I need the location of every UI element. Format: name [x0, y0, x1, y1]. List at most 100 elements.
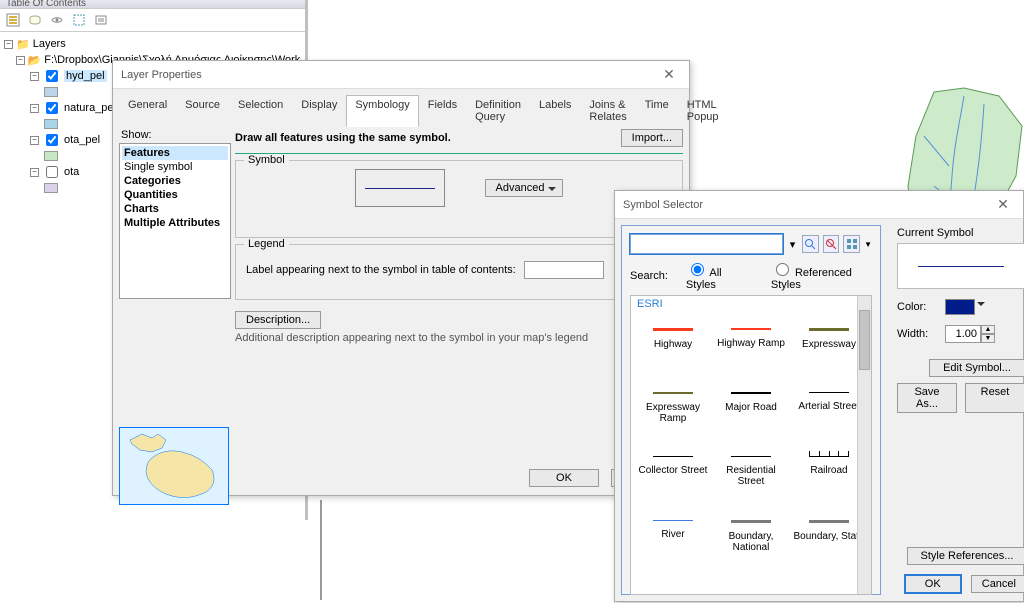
ok-button[interactable]: OK	[529, 469, 599, 487]
show-item-quantities[interactable]: Quantities	[122, 188, 228, 202]
pane-separator[interactable]	[320, 500, 322, 600]
folder-icon: 📂	[28, 54, 42, 67]
reset-button[interactable]: Reset	[965, 383, 1024, 413]
symbol-name: Highway Ramp	[717, 338, 785, 349]
scrollbar-thumb[interactable]	[859, 310, 870, 370]
tab-definition-query[interactable]: Definition Query	[466, 95, 530, 127]
show-label: Show:	[119, 127, 231, 143]
tab-selection[interactable]: Selection	[229, 95, 292, 127]
dialog-titlebar[interactable]: Symbol Selector ✕	[615, 191, 1023, 219]
dropdown-arrow-icon[interactable]: ▾	[787, 238, 798, 251]
legend-label-input[interactable]	[524, 261, 604, 279]
tab-fields[interactable]: Fields	[419, 95, 466, 127]
description-hint: Additional description appearing next to…	[235, 332, 673, 344]
symbology-thumbnail	[119, 427, 229, 505]
tab-joins-relates[interactable]: Joins & Relates	[580, 95, 635, 127]
ok-button[interactable]: OK	[905, 575, 961, 593]
edit-symbol-button[interactable]: Edit Symbol...	[929, 359, 1024, 377]
layer-visibility-checkbox[interactable]	[46, 102, 58, 114]
search-input[interactable]	[630, 234, 783, 254]
symbol-preview[interactable]	[355, 169, 445, 207]
current-symbol-preview	[897, 243, 1024, 289]
list-by-visibility-icon[interactable]	[48, 11, 66, 29]
gallery-item[interactable]: Major Road	[713, 378, 789, 440]
collapse-icon[interactable]: −	[30, 72, 39, 81]
symbol-line-preview	[809, 392, 849, 393]
options-icon[interactable]	[92, 11, 110, 29]
clear-search-icon[interactable]	[823, 235, 840, 253]
close-button[interactable]: ✕	[991, 195, 1015, 215]
layer-swatch	[44, 87, 58, 97]
import-button[interactable]: Import...	[621, 129, 683, 147]
tab-display[interactable]: Display	[292, 95, 346, 127]
symbol-line-preview	[731, 456, 771, 457]
collapse-icon[interactable]: −	[30, 168, 39, 177]
all-styles-radio[interactable]: All Styles	[686, 260, 747, 291]
referenced-styles-radio[interactable]: Referenced Styles	[771, 260, 872, 291]
symbol-gallery[interactable]: ESRI HighwayHighway RampExpresswayExpres…	[630, 295, 872, 595]
gallery-item[interactable]: Residential Street	[713, 442, 789, 504]
layer-visibility-checkbox[interactable]	[46, 134, 58, 146]
symbol-line-preview	[653, 328, 693, 331]
cancel-button[interactable]: Cancel	[971, 575, 1024, 593]
tree-root[interactable]: − 📁 Layers	[4, 36, 301, 52]
show-item-charts[interactable]: Charts	[122, 202, 228, 216]
show-item-categories[interactable]: Categories	[122, 174, 228, 188]
list-by-drawing-order-icon[interactable]	[4, 11, 22, 29]
tab-labels[interactable]: Labels	[530, 95, 580, 127]
lp-tabs: General Source Selection Display Symbolo…	[113, 89, 689, 127]
color-picker[interactable]	[945, 299, 975, 315]
gallery-item[interactable]: Boundary, State	[791, 506, 867, 568]
collapse-icon[interactable]: −	[4, 40, 13, 49]
description-button[interactable]: Description...	[235, 311, 321, 329]
gallery-item[interactable]: Expressway Ramp	[635, 378, 711, 440]
tab-source[interactable]: Source	[176, 95, 229, 127]
tab-symbology[interactable]: Symbology	[346, 95, 418, 127]
tab-time[interactable]: Time	[636, 95, 678, 127]
symbol-name: Expressway	[802, 339, 856, 350]
legend-label: Label appearing next to the symbol in ta…	[246, 264, 516, 276]
search-go-icon[interactable]	[802, 235, 819, 253]
close-button[interactable]: ✕	[657, 65, 681, 85]
tab-html-popup[interactable]: HTML Popup	[678, 95, 728, 127]
style-references-button[interactable]: Style References...	[907, 547, 1024, 565]
gallery-item[interactable]: Railroad	[791, 442, 867, 504]
search-label: Search:	[630, 270, 668, 282]
current-symbol-label: Current Symbol	[897, 227, 1024, 239]
layer-name: hyd_pel	[64, 70, 107, 82]
gallery-item[interactable]: Expressway	[791, 314, 867, 376]
gallery-item[interactable]: Arterial Street	[791, 378, 867, 440]
symbol-line-preview	[731, 328, 771, 330]
gallery-item[interactable]: Collector Street	[635, 442, 711, 504]
list-by-selection-icon[interactable]	[70, 11, 88, 29]
collapse-icon[interactable]: −	[16, 56, 25, 65]
gallery-item[interactable]: Highway Ramp	[713, 314, 789, 376]
collapse-icon[interactable]: −	[30, 104, 39, 113]
spin-up-icon[interactable]: ▲	[981, 325, 995, 334]
symbol-line-preview	[653, 392, 693, 394]
gallery-scrollbar[interactable]	[857, 296, 871, 594]
dialog-titlebar[interactable]: Layer Properties ✕	[113, 61, 689, 89]
tab-general[interactable]: General	[119, 95, 176, 127]
gallery-item[interactable]: River	[635, 506, 711, 568]
gallery-item[interactable]: Boundary, National	[713, 506, 789, 568]
show-item-single-symbol[interactable]: Single symbol	[122, 160, 228, 174]
show-item-multiple-attributes[interactable]: Multiple Attributes	[122, 216, 228, 230]
show-list[interactable]: Features Single symbol Categories Quanti…	[119, 143, 231, 299]
dropdown-arrow-icon[interactable]: ▼	[864, 240, 872, 249]
spin-down-icon[interactable]: ▼	[981, 334, 995, 343]
view-options-icon[interactable]	[843, 235, 860, 253]
width-input[interactable]	[945, 325, 981, 343]
advanced-button[interactable]: Advanced	[485, 179, 564, 197]
pane-header: Draw all features using the same symbol.	[235, 132, 451, 144]
layer-visibility-checkbox[interactable]	[46, 166, 58, 178]
show-item-features[interactable]: Features	[122, 146, 228, 160]
save-as-button[interactable]: Save As...	[897, 383, 957, 413]
gallery-item[interactable]: Highway	[635, 314, 711, 376]
list-by-source-icon[interactable]	[26, 11, 44, 29]
width-spinner[interactable]: ▲▼	[945, 325, 995, 343]
layer-visibility-checkbox[interactable]	[46, 70, 58, 82]
color-label: Color:	[897, 301, 937, 313]
collapse-icon[interactable]: −	[30, 136, 39, 145]
symbol-name: Arterial Street	[798, 401, 859, 412]
